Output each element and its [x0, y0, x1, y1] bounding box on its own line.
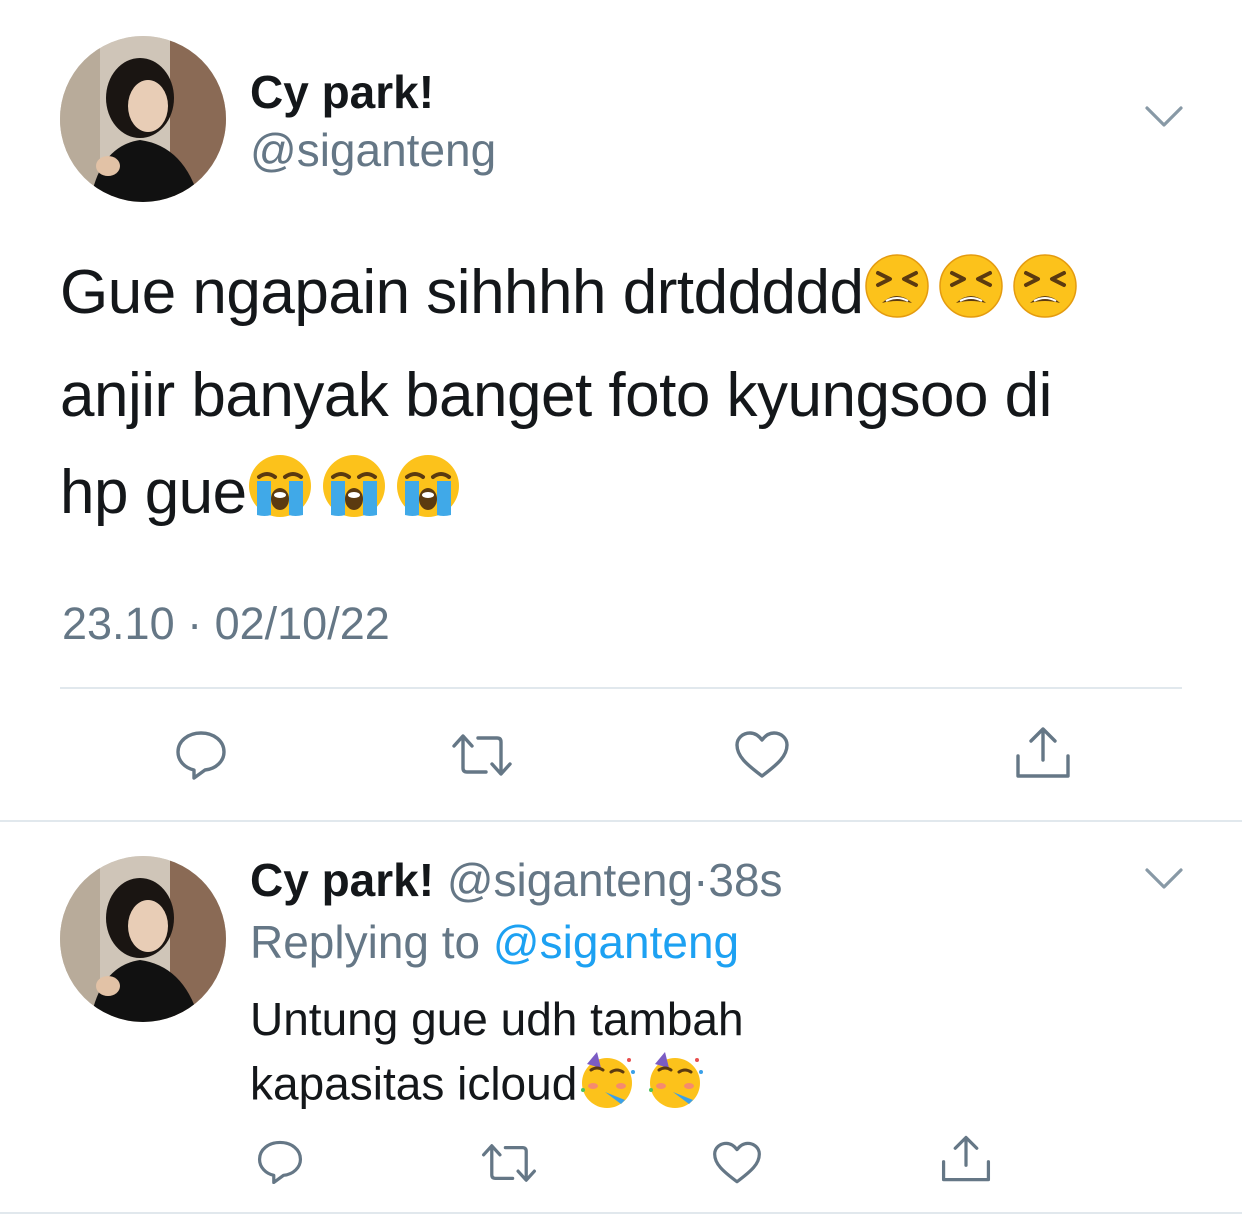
- share-icon[interactable]: [940, 1134, 992, 1184]
- like-icon[interactable]: [734, 730, 790, 780]
- partying-face-emoji: [645, 1050, 705, 1125]
- retweet-icon[interactable]: [450, 732, 514, 778]
- like-icon[interactable]: [712, 1140, 762, 1186]
- tired-face-emoji: [1012, 250, 1078, 347]
- tired-face-emoji: [864, 250, 930, 347]
- reply-avatar[interactable]: [60, 856, 226, 1022]
- tired-face-emoji: [938, 250, 1004, 347]
- reply-time[interactable]: 38s: [708, 854, 782, 906]
- reply-tweet-line-2: kapasitas icloud: [250, 1050, 744, 1125]
- main-tweet-line-3: hp gue: [60, 444, 1078, 547]
- loudly-crying-face-emoji: [247, 450, 313, 547]
- reply-tweet-text: Untung gue udh tambah kapasitas icloud: [250, 988, 744, 1125]
- reply-header: Cy park! @siganteng·38s: [250, 852, 783, 908]
- reply-tweet-line-1: Untung gue udh tambah: [250, 993, 744, 1045]
- bottom-divider: [0, 1212, 1242, 1214]
- replying-to-handle-link[interactable]: @siganteng: [493, 916, 739, 968]
- main-tweet-line-1: Gue ngapain sihhhh drtddddd: [60, 244, 1078, 347]
- reply-icon[interactable]: [256, 1138, 304, 1186]
- main-tweet-divider: [60, 687, 1182, 689]
- reply-author-handle[interactable]: @siganteng: [447, 854, 693, 906]
- reply-author-name[interactable]: Cy park!: [250, 854, 434, 906]
- loudly-crying-face-emoji: [321, 450, 387, 547]
- replying-to: Replying to @siganteng: [250, 914, 739, 970]
- main-tweet-text: Gue ngapain sihhhh drtddddd anjir banyak…: [60, 244, 1078, 547]
- reply-icon[interactable]: [174, 728, 228, 782]
- replying-to-label: Replying to: [250, 916, 481, 968]
- chevron-down-icon[interactable]: [1144, 104, 1184, 130]
- reply-separator: ·: [693, 854, 709, 906]
- loudly-crying-face-emoji: [395, 450, 461, 547]
- reply-tweet-line-2-text: kapasitas icloud: [250, 1057, 578, 1110]
- main-tweet-timestamp[interactable]: 23.10 · 02/10/22: [62, 596, 390, 652]
- emoji-group-tired: [864, 246, 1078, 347]
- partying-face-emoji: [577, 1050, 637, 1125]
- chevron-down-icon[interactable]: [1144, 866, 1184, 892]
- main-avatar[interactable]: [60, 36, 226, 202]
- main-tweet-line-1-text: Gue ngapain sihhhh drtddddd: [60, 258, 864, 327]
- emoji-group-crying: [247, 446, 461, 547]
- retweet-icon[interactable]: [480, 1142, 538, 1184]
- share-icon[interactable]: [1014, 726, 1072, 780]
- main-tweet-line-3-text: hp gue: [60, 458, 247, 528]
- main-tweet-line-2: anjir banyak banget foto kyungsoo di: [60, 361, 1052, 431]
- main-author-name[interactable]: Cy park!: [250, 64, 434, 120]
- emoji-group-party: [577, 1050, 705, 1125]
- section-divider: [0, 820, 1242, 822]
- main-author-handle[interactable]: @siganteng: [250, 122, 496, 178]
